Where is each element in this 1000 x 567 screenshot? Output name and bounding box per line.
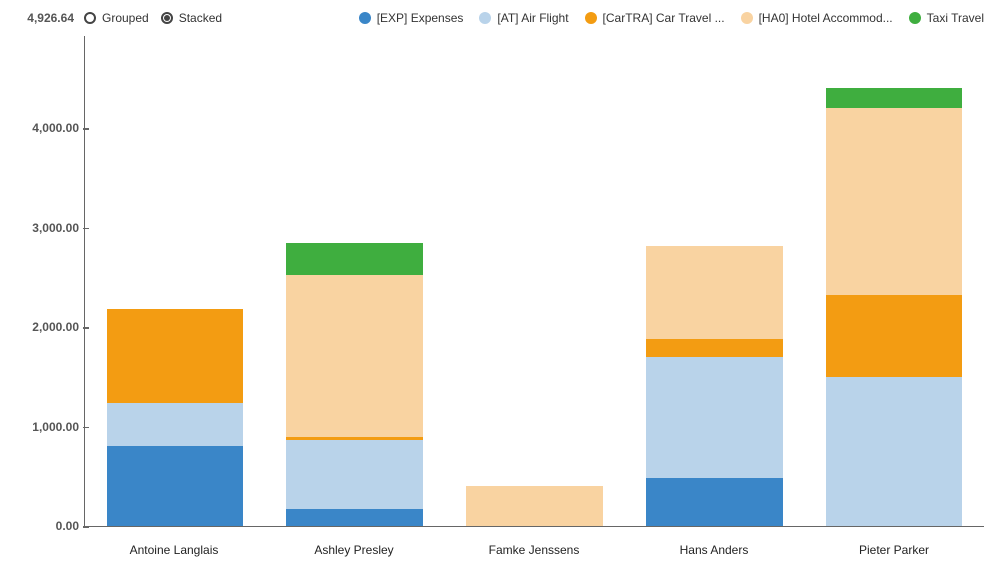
mode-toggle-group: Grouped Stacked bbox=[84, 11, 222, 25]
chart-topbar: Grouped Stacked [EXP] Expenses [AT] Air F… bbox=[0, 0, 1000, 36]
y-tick-mark bbox=[83, 128, 89, 130]
bar-segment-hotel[interactable] bbox=[826, 108, 963, 295]
legend-label: [CarTRA] Car Travel ... bbox=[603, 11, 725, 25]
bar-slot bbox=[624, 36, 804, 526]
legend-swatch-icon bbox=[479, 12, 491, 24]
x-axis-label: Antoine Langlais bbox=[84, 543, 264, 557]
chart-container: { "controls": { "grouped_label": "Groupe… bbox=[0, 0, 1000, 567]
bar-segment-exp[interactable] bbox=[646, 478, 783, 526]
legend-label: [HA0] Hotel Accommod... bbox=[759, 11, 893, 25]
y-tick-label: 0.00 bbox=[15, 519, 79, 533]
stacked-bar[interactable] bbox=[466, 36, 603, 526]
bar-segment-taxi[interactable] bbox=[826, 88, 963, 108]
legend-label: Taxi Travel bbox=[927, 11, 984, 25]
legend-item-hotel[interactable]: [HA0] Hotel Accommod... bbox=[741, 11, 893, 25]
mode-grouped[interactable]: Grouped bbox=[84, 11, 149, 25]
y-tick-mark bbox=[83, 526, 89, 528]
bar-slot bbox=[804, 36, 984, 526]
bar-segment-car[interactable] bbox=[826, 295, 963, 377]
bar-segment-air[interactable] bbox=[646, 357, 783, 478]
radio-filled-icon bbox=[161, 12, 173, 24]
x-axis-label: Famke Jenssens bbox=[444, 543, 624, 557]
legend-item-taxi[interactable]: Taxi Travel bbox=[909, 11, 984, 25]
bar-slot bbox=[265, 36, 445, 526]
legend: [EXP] Expenses [AT] Air Flight [CarTRA] Ca… bbox=[359, 11, 1000, 25]
bar-slot bbox=[445, 36, 625, 526]
legend-swatch-icon bbox=[909, 12, 921, 24]
bar-segment-hotel[interactable] bbox=[646, 246, 783, 339]
bar-segment-air[interactable] bbox=[826, 377, 963, 526]
x-axis-label: Ashley Presley bbox=[264, 543, 444, 557]
y-tick-mark bbox=[83, 427, 89, 429]
mode-stacked[interactable]: Stacked bbox=[161, 11, 222, 25]
bar-segment-exp[interactable] bbox=[107, 446, 244, 526]
legend-swatch-icon bbox=[359, 12, 371, 24]
legend-item-exp[interactable]: [EXP] Expenses bbox=[359, 11, 464, 25]
bar-segment-hotel[interactable] bbox=[286, 275, 423, 436]
legend-label: [AT] Air Flight bbox=[497, 11, 568, 25]
y-tick-label: 4,000.00 bbox=[15, 121, 79, 135]
plot-area: 0.001,000.002,000.003,000.004,000.00 bbox=[84, 36, 984, 527]
legend-swatch-icon bbox=[741, 12, 753, 24]
stacked-bar[interactable] bbox=[107, 36, 244, 526]
y-tick-mark bbox=[83, 228, 89, 230]
legend-swatch-icon bbox=[585, 12, 597, 24]
stacked-bar[interactable] bbox=[286, 36, 423, 526]
bar-segment-exp[interactable] bbox=[286, 509, 423, 526]
x-axis-label: Hans Anders bbox=[624, 543, 804, 557]
legend-label: [EXP] Expenses bbox=[377, 11, 464, 25]
y-tick-label: 1,000.00 bbox=[15, 420, 79, 434]
y-tick-mark bbox=[83, 327, 89, 329]
bar-segment-hotel[interactable] bbox=[466, 486, 603, 526]
y-tick-label: 2,000.00 bbox=[15, 320, 79, 334]
stacked-bar[interactable] bbox=[646, 36, 783, 526]
x-axis-label: Pieter Parker bbox=[804, 543, 984, 557]
bar-segment-car[interactable] bbox=[646, 339, 783, 357]
bar-segment-taxi[interactable] bbox=[286, 243, 423, 276]
radio-empty-icon bbox=[84, 12, 96, 24]
x-axis-labels: Antoine LanglaisAshley PresleyFamke Jens… bbox=[84, 543, 984, 557]
bar-segment-air[interactable] bbox=[286, 440, 423, 509]
bar-segment-air[interactable] bbox=[107, 403, 244, 447]
legend-item-car[interactable]: [CarTRA] Car Travel ... bbox=[585, 11, 725, 25]
bars-container bbox=[85, 36, 984, 526]
bar-slot bbox=[85, 36, 265, 526]
stacked-bar[interactable] bbox=[826, 36, 963, 526]
legend-item-air[interactable]: [AT] Air Flight bbox=[479, 11, 568, 25]
mode-stacked-label: Stacked bbox=[179, 11, 222, 25]
y-tick-label: 3,000.00 bbox=[15, 221, 79, 235]
mode-grouped-label: Grouped bbox=[102, 11, 149, 25]
bar-segment-car[interactable] bbox=[107, 309, 244, 403]
